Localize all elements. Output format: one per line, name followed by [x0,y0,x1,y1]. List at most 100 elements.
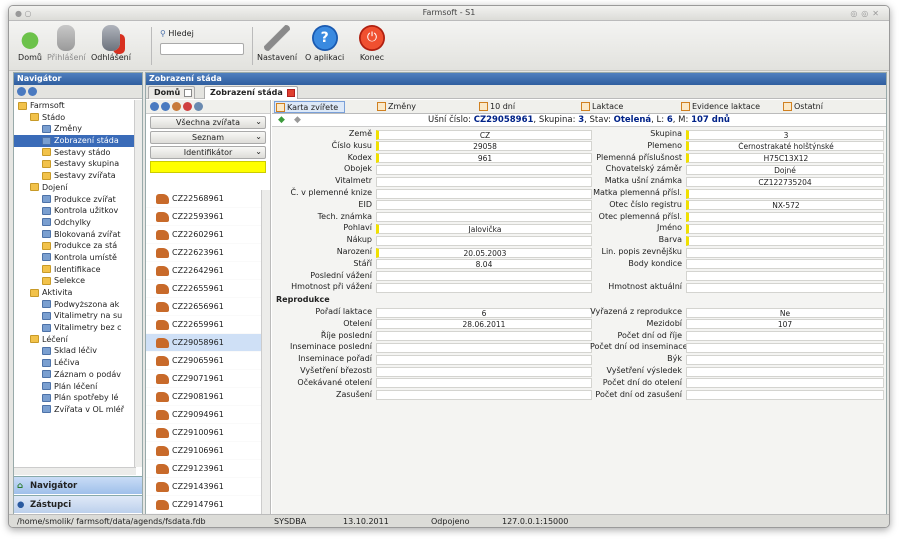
back-icon[interactable] [150,102,159,111]
tree-item[interactable]: Odchylky [14,217,134,229]
animal-row[interactable]: CZ29094961 [146,406,261,424]
field-value[interactable] [376,354,592,365]
logout-button[interactable]: Odhlášení [91,25,131,62]
cow-icon[interactable] [172,102,181,111]
filter-identifier[interactable]: Identifikátor [150,146,266,159]
navigator-scrollbar[interactable] [134,100,142,467]
exit-button[interactable]: ⏻ Konec [359,25,385,62]
print-icon[interactable] [194,102,203,111]
forward-icon[interactable] [161,102,170,111]
search-select[interactable] [160,43,244,55]
tree-item[interactable]: Změny [14,123,134,135]
field-value[interactable]: 29058 [376,141,592,152]
field-value[interactable] [376,390,592,401]
home-button[interactable]: Domů [17,25,43,62]
field-value[interactable]: CZ [376,129,592,140]
field-value[interactable]: NX-572 [686,200,884,211]
detail-tab[interactable]: Evidence laktace [680,101,760,113]
field-value[interactable]: H75C13X12 [686,153,884,164]
animal-row[interactable]: CZ29143961 [146,478,261,496]
field-value[interactable] [686,378,884,389]
field-value[interactable] [686,235,884,246]
filter-all-animals[interactable]: Všechna zvířata [150,116,266,129]
field-value[interactable] [686,212,884,223]
field-value[interactable] [376,282,592,293]
tree-item[interactable]: Sestavy stádo [14,147,134,159]
tree-item[interactable]: Kontrola užitkov [14,205,134,217]
tree-item[interactable]: Vitalimetry na su [14,310,134,322]
filter-list[interactable]: Seznam [150,131,266,144]
tree-item[interactable]: Aktivita [14,287,134,299]
detail-tab[interactable]: Změny [376,101,416,113]
field-value[interactable] [376,342,592,353]
window-controls[interactable]: ◎◎✕ [850,9,883,18]
tree-item[interactable]: Dojení [14,182,134,194]
tree-item[interactable]: Kontrola umístě [14,252,134,264]
field-value[interactable] [376,176,592,187]
field-value[interactable] [686,247,884,258]
about-button[interactable]: ? O aplikaci [305,25,344,62]
animal-list-scrollbar[interactable] [261,190,270,516]
field-value[interactable] [376,188,592,199]
field-value[interactable] [686,282,884,293]
back-icon[interactable] [17,87,26,96]
detail-tab[interactable]: Ostatní [782,101,823,113]
animal-row[interactable]: CZ29123961 [146,460,261,478]
tree-item[interactable]: Plán spotřeby lé [14,392,134,404]
field-value[interactable] [686,390,884,401]
field-value[interactable]: 961 [376,153,592,164]
navigator-hscrollbar[interactable] [14,467,136,475]
detail-tab[interactable]: Karta zvířete [274,101,346,113]
edit-icon[interactable] [183,102,192,111]
animal-row[interactable]: CZ22568961 [146,190,261,208]
field-value[interactable] [686,366,884,377]
tree-item[interactable]: Léčení [14,334,134,346]
field-value[interactable]: 28.06.2011 [376,319,592,330]
prev-arrow-icon[interactable]: ◆ [278,114,285,127]
detail-tab[interactable]: Laktace [580,101,623,113]
field-value[interactable] [686,342,884,353]
field-value[interactable] [686,331,884,342]
field-value[interactable] [376,331,592,342]
field-value[interactable]: 20.05.2003 [376,247,592,258]
next-arrow-icon[interactable]: ◆ [294,114,301,127]
field-value[interactable]: 107 [686,319,884,330]
settings-button[interactable]: Nastavení [257,25,297,62]
animal-row[interactable]: CZ22623961 [146,244,261,262]
tree-item[interactable]: Sestavy zvířata [14,170,134,182]
field-value[interactable] [376,212,592,223]
tree-item[interactable]: Sklad léčiv [14,345,134,357]
field-value[interactable] [376,200,592,211]
accordion-representatives[interactable]: ● Zástupci [14,495,142,513]
tab-herd-view[interactable]: Zobrazení stáda [204,86,298,99]
animal-row[interactable]: CZ22655961 [146,280,261,298]
field-value[interactable] [376,366,592,377]
tree-item[interactable]: Záznam o podáv [14,369,134,381]
animal-row[interactable]: CZ22593961 [146,208,261,226]
field-value[interactable] [376,271,592,282]
detail-tab[interactable]: 10 dní [478,101,515,113]
field-value[interactable]: Dojné [686,164,884,175]
field-value[interactable]: 3 [686,129,884,140]
field-value[interactable] [376,235,592,246]
animal-row[interactable]: CZ29071961 [146,370,261,388]
animal-row[interactable]: CZ29065961 [146,352,261,370]
animal-row[interactable]: CZ29100961 [146,424,261,442]
search-button[interactable]: ⚲ Hledej [160,29,194,38]
field-value[interactable]: 8.04 [376,259,592,270]
tree-item[interactable]: Zvířata v OL mléř [14,404,134,416]
field-value[interactable]: 6 [376,307,592,318]
animal-row[interactable]: CZ29106961 [146,442,261,460]
tree-item[interactable]: Podwyższona ak [14,299,134,311]
tree-item[interactable]: Sestavy skupina [14,158,134,170]
tree-item[interactable]: Zobrazení stáda [14,135,134,147]
forward-icon[interactable] [28,87,37,96]
field-value[interactable]: Ne [686,307,884,318]
field-value[interactable] [686,223,884,234]
login-button[interactable]: Přihlášení [47,25,86,62]
tree-item[interactable]: Stádo [14,112,134,124]
animal-row[interactable]: CZ22656961 [146,298,261,316]
field-value[interactable] [686,259,884,270]
tree-item[interactable]: Plán léčení [14,381,134,393]
animal-search-input[interactable] [150,161,266,173]
